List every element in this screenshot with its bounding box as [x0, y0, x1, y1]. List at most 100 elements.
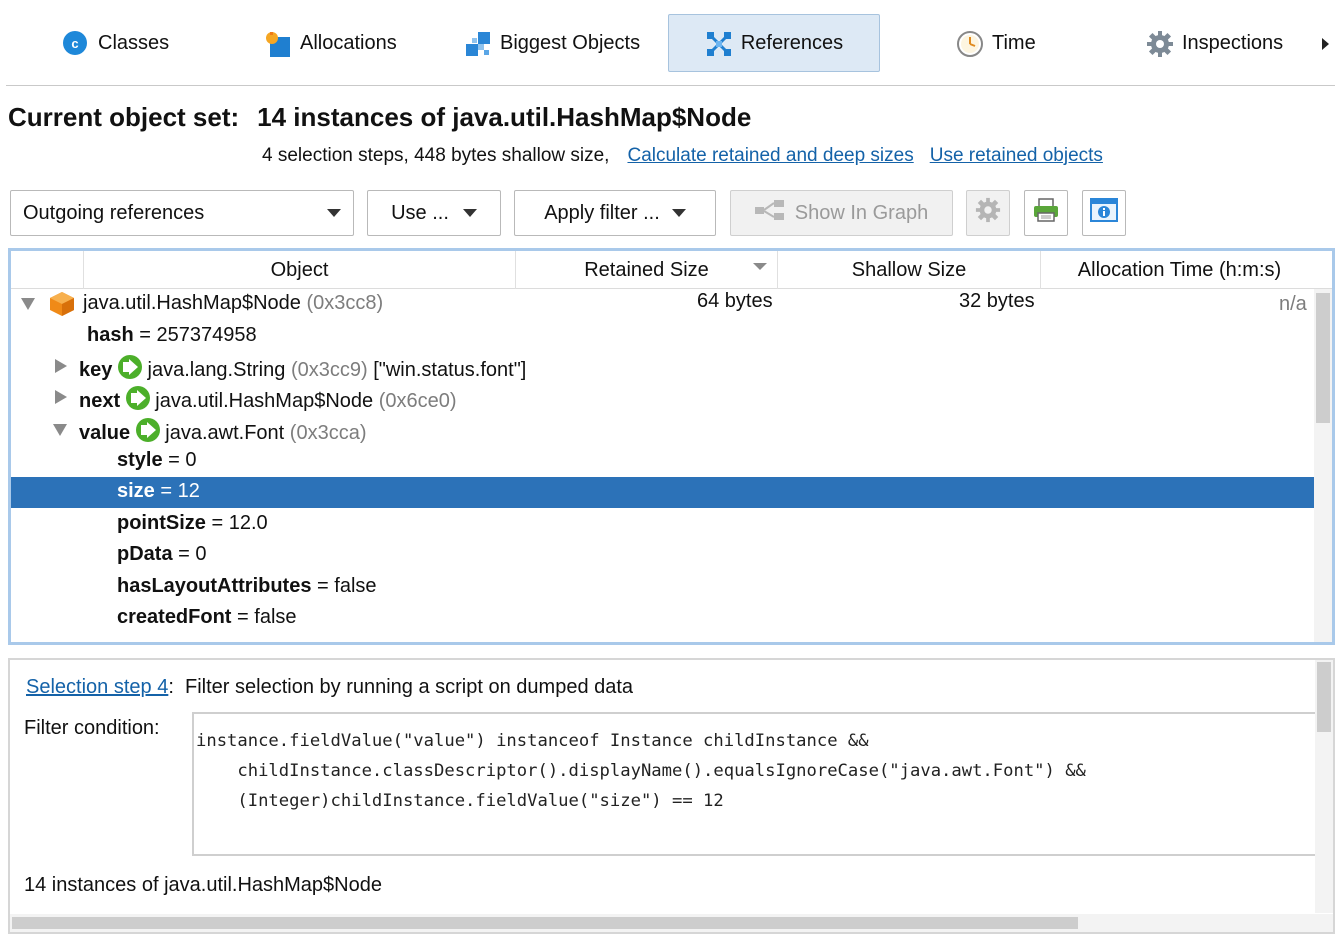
print-button[interactable]	[1024, 190, 1068, 236]
vertical-scrollbar[interactable]	[1314, 289, 1332, 642]
tab-label: Biggest Objects	[500, 31, 641, 54]
more-tabs-arrow-icon[interactable]	[1322, 38, 1329, 50]
shallow-size-value: 32 bytes	[959, 290, 1035, 312]
apply-filter-button[interactable]: Apply filter ...	[514, 190, 716, 236]
table-row[interactable]: pointSize = 12.0	[11, 509, 1314, 540]
reference-mode-value: Outgoing references	[23, 201, 205, 224]
class-name: java.awt.Font	[165, 422, 285, 444]
scrollbar-thumb[interactable]	[1317, 662, 1331, 732]
show-in-graph-label: Show In Graph	[794, 201, 929, 224]
reference-entry: next java.util.HashMap$Node (0x6ce0)	[79, 386, 457, 413]
selection-step-heading: Selection step 4: Filter selection by ru…	[26, 676, 633, 699]
tab-biggest-objects[interactable]: Biggest Objects	[464, 14, 640, 72]
chevron-down-icon	[327, 209, 341, 217]
field-value: 0	[185, 449, 197, 471]
sort-descending-icon	[753, 263, 767, 270]
outgoing-reference-arrow-icon	[135, 418, 160, 442]
code-line: instance.fieldValue("value") instanceof …	[196, 731, 869, 751]
field-name: createdFont	[117, 606, 232, 628]
outgoing-reference-arrow-icon	[117, 355, 142, 379]
tab-label: Inspections	[1182, 31, 1284, 54]
field-entry: size = 12	[117, 480, 200, 503]
tab-inspections[interactable]: Inspections	[1146, 14, 1283, 72]
object-id: (0x3cc9)	[290, 359, 368, 381]
column-header-shallow-size[interactable]: Shallow Size	[777, 251, 1040, 289]
filter-condition-code[interactable]: instance.fieldValue("value") instanceof …	[192, 712, 1318, 856]
equals-sign: =	[168, 449, 180, 471]
summary-text: 4 selection steps, 448 bytes shallow siz…	[262, 145, 610, 166]
table-row[interactable]: key java.lang.String (0x3cc9) ["win.stat…	[11, 352, 1314, 383]
equals-sign: =	[139, 324, 151, 346]
retained-size-value: 64 bytes	[697, 290, 773, 312]
use-button[interactable]: Use ...	[367, 190, 501, 236]
field-entry: pData = 0	[117, 543, 207, 566]
table-row[interactable]: value java.awt.Font (0x3cca)	[11, 415, 1314, 446]
scrollbar-thumb[interactable]	[1316, 293, 1330, 423]
class-name: java.lang.String	[147, 359, 286, 381]
tab-label: Classes	[98, 31, 170, 54]
field-entry: createdFont = false	[117, 606, 297, 629]
tab-label: Allocations	[300, 31, 397, 54]
current-object-set: Current object set: 14 instances of java.…	[8, 102, 751, 133]
reference-entry: key java.lang.String (0x3cc9) ["win.stat…	[79, 355, 526, 382]
collapse-toggle-icon[interactable]	[21, 298, 35, 310]
column-label: Object	[270, 258, 329, 281]
scrollbar-thumb[interactable]	[12, 917, 1078, 929]
field-name: pointSize	[117, 512, 206, 534]
field-name: hash	[87, 324, 134, 346]
table-row[interactable]: next java.util.HashMap$Node (0x6ce0)	[11, 383, 1314, 414]
table-row[interactable]: java.util.HashMap$Node (0x3cc8) 64 bytes…	[11, 289, 1314, 320]
use-retained-objects-link[interactable]: Use retained objects	[930, 145, 1103, 167]
field-entry: style = 0	[117, 449, 197, 472]
calculate-retained-sizes-link[interactable]: Calculate retained and deep sizes	[627, 145, 913, 167]
collapse-toggle-icon[interactable]	[53, 424, 67, 436]
info-button[interactable]	[1082, 190, 1126, 236]
column-header-retained-size[interactable]: Retained Size	[515, 251, 777, 289]
equals-sign: =	[317, 575, 329, 597]
filter-condition-label: Filter condition:	[24, 717, 160, 739]
table-row[interactable]: hash = 257374958	[11, 321, 1314, 352]
tab-allocations[interactable]: Allocations	[264, 14, 397, 72]
table-row[interactable]: hasLayoutAttributes = false	[11, 572, 1314, 603]
table-row-selected[interactable]: size = 12	[11, 477, 1314, 508]
selection-step-panel: Selection step 4: Filter selection by ru…	[8, 658, 1335, 934]
view-tab-bar: c Classes Allocations Biggest Objects Re…	[0, 0, 1341, 86]
class-name: java.util.HashMap$Node	[155, 390, 374, 412]
field-value: 12	[177, 480, 200, 502]
equals-sign: =	[178, 543, 190, 565]
reference-entry: value java.awt.Font (0x3cca)	[79, 418, 367, 445]
field-name: hasLayoutAttributes	[117, 575, 312, 597]
clock-icon	[956, 30, 983, 57]
code-line: (Integer)childInstance.fieldValue("size"…	[196, 791, 724, 811]
settings-button[interactable]	[966, 190, 1010, 236]
column-header-object[interactable]: Object	[83, 251, 515, 289]
vertical-scrollbar[interactable]	[1315, 660, 1333, 913]
printer-icon	[1032, 197, 1060, 229]
table-row[interactable]: pData = 0	[11, 540, 1314, 571]
table-header: Object Retained Size Shallow Size Alloca…	[11, 251, 1332, 289]
column-label: Retained Size	[584, 258, 709, 281]
object-set-summary: 4 selection steps, 448 bytes shallow siz…	[262, 145, 1103, 167]
selection-step-link[interactable]: Selection step 4	[26, 676, 168, 698]
allocation-time-value: n/a	[1279, 293, 1307, 315]
tab-time[interactable]: Time	[956, 14, 1036, 72]
horizontal-scrollbar[interactable]	[10, 914, 1333, 932]
current-object-set-label: Current object set:	[8, 102, 240, 132]
table-row[interactable]: createdFont = false	[11, 603, 1314, 634]
show-in-graph-button[interactable]: Show In Graph	[730, 190, 953, 236]
divider	[6, 85, 1335, 86]
field-name: key	[79, 359, 113, 381]
allocations-icon	[264, 30, 290, 57]
biggest-objects-icon	[464, 30, 490, 56]
expand-toggle-icon[interactable]	[55, 359, 67, 373]
apply-filter-label: Apply filter ...	[544, 201, 660, 224]
use-button-label: Use ...	[391, 201, 449, 224]
column-header-allocation-time[interactable]: Allocation Time (h:m:s)	[1040, 251, 1318, 289]
field-name: next	[79, 390, 121, 412]
reference-mode-select[interactable]: Outgoing references	[10, 190, 354, 236]
table-row[interactable]: style = 0	[11, 446, 1314, 477]
tab-classes[interactable]: c Classes	[62, 14, 169, 72]
expand-toggle-icon[interactable]	[55, 390, 67, 404]
tab-references[interactable]: References	[668, 14, 880, 72]
equals-sign: =	[160, 480, 173, 502]
